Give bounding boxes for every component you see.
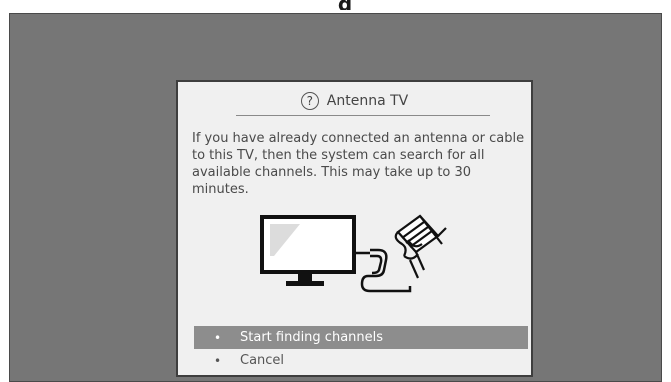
cancel-option[interactable]: • Cancel bbox=[194, 349, 528, 372]
option-label: Start finding channels bbox=[240, 330, 384, 345]
dialog-header: ? Antenna TV bbox=[178, 88, 531, 114]
antenna-icon bbox=[394, 214, 447, 279]
tv-antenna-illustration-icon bbox=[260, 214, 447, 293]
dialog-options: • Start finding channels • Cancel bbox=[194, 326, 528, 372]
tv-screen-background: g ? Antenna TV If you have already conne… bbox=[9, 0, 662, 382]
option-bullet: • bbox=[214, 330, 222, 345]
title-divider bbox=[236, 115, 490, 116]
dialog-description: If you have already connected an antenna… bbox=[192, 131, 525, 197]
start-finding-channels-option[interactable]: • Start finding channels bbox=[194, 326, 528, 349]
option-label: Cancel bbox=[240, 353, 285, 368]
page-heading-fragment: g bbox=[295, 0, 395, 10]
dialog-title: Antenna TV bbox=[326, 93, 409, 109]
tv-monitor-icon bbox=[260, 215, 356, 286]
option-bullet: • bbox=[214, 353, 222, 368]
help-icon: ? bbox=[300, 92, 319, 110]
antenna-tv-dialog: ? Antenna TV If you have already connect… bbox=[176, 80, 533, 377]
cable-icon bbox=[354, 248, 412, 293]
